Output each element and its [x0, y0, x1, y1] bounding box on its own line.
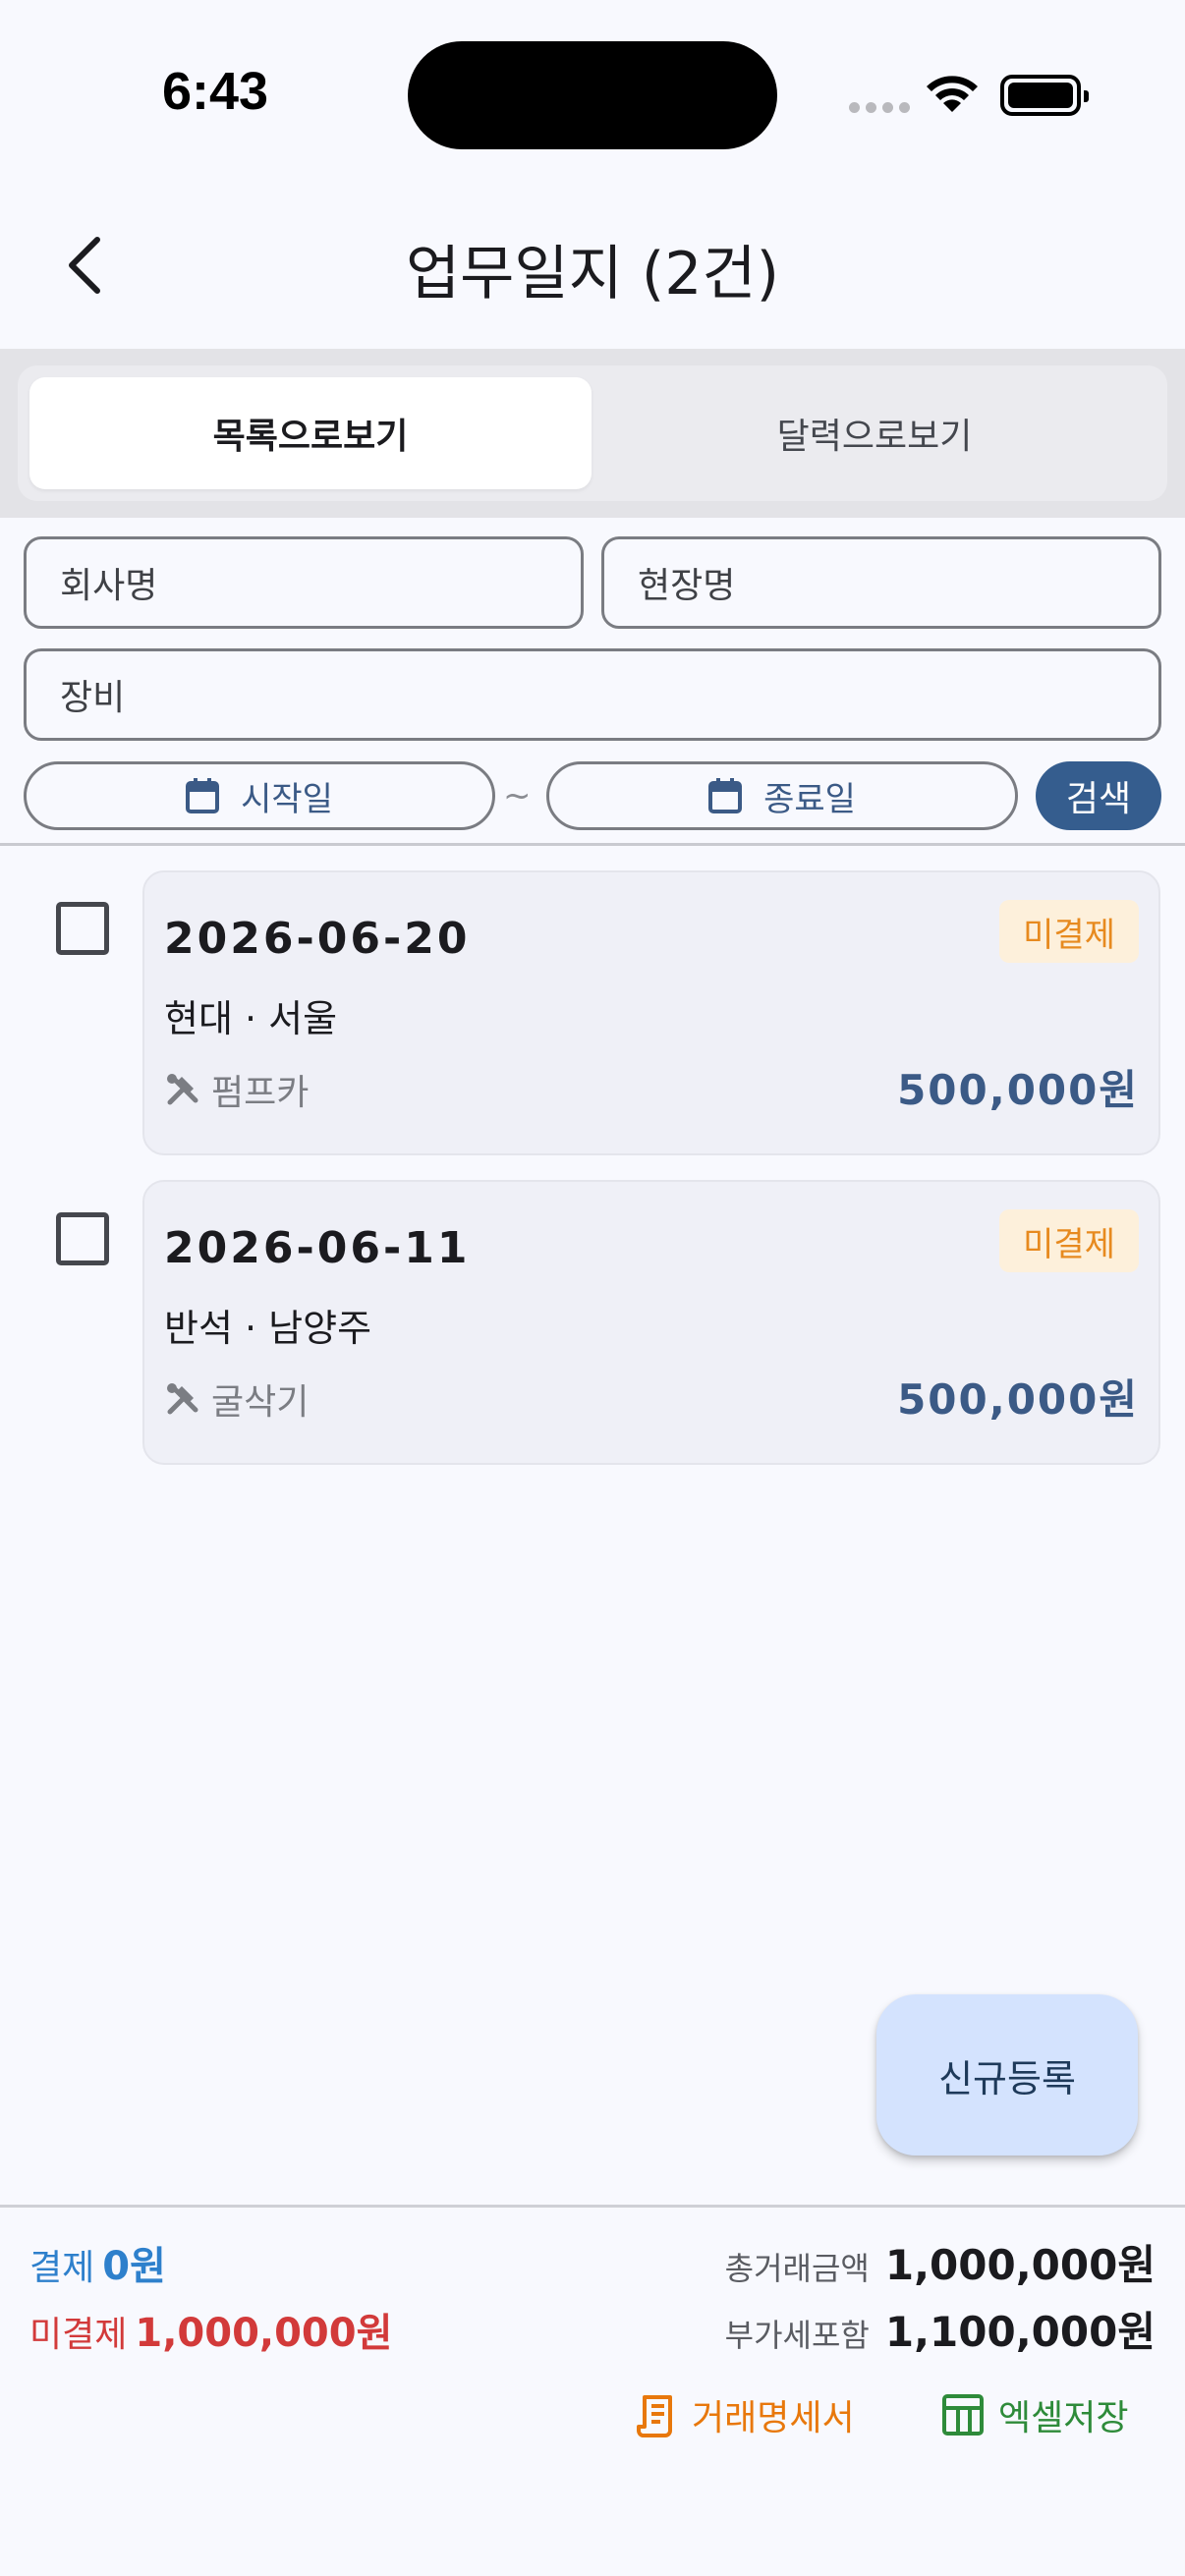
unpaid-label: 미결제	[29, 2315, 128, 2355]
paid-value: 0원	[102, 2244, 166, 2289]
excel-label: 엑셀저장	[998, 2398, 1129, 2438]
record-amount: 500,000원	[897, 1375, 1139, 1424]
battery-icon	[1000, 75, 1089, 116]
record-equipment: 굴삭기	[164, 1373, 309, 1425]
company-placeholder: 회사명	[60, 566, 158, 606]
record-date: 2026-06-20	[164, 914, 471, 964]
receipt-icon	[637, 2395, 672, 2437]
unpaid-value: 1,000,000원	[135, 2311, 393, 2356]
calendar-icon	[708, 778, 743, 813]
record-amount: 500,000원	[897, 1066, 1139, 1114]
app-header: 업무일지 (2건)	[0, 187, 1185, 349]
vat-value: 1,100,000원	[884, 2308, 1156, 2356]
view-toggle-bar: 목록으로보기 달력으로보기	[0, 349, 1185, 518]
record-date: 2026-06-11	[164, 1223, 471, 1273]
new-entry-button[interactable]: 신규등록	[876, 1994, 1138, 2156]
company-input[interactable]: 회사명	[24, 536, 584, 629]
vat-summary: 부가세포함 1,100,000원	[725, 2299, 1156, 2359]
record-card[interactable]: 2026-06-20 미결제 현대 · 서울 펌프카 500,000원	[142, 870, 1160, 1155]
status-badge: 미결제	[999, 900, 1139, 963]
status-badge: 미결제	[999, 1209, 1139, 1272]
paid-summary: 결제 0원	[29, 2234, 166, 2291]
equipment-input[interactable]: 장비	[24, 648, 1161, 741]
view-toggle: 목록으로보기 달력으로보기	[18, 365, 1167, 501]
record-equipment-label: 펌프카	[211, 1073, 310, 1113]
record-equipment-label: 굴삭기	[211, 1382, 310, 1423]
vat-label: 부가세포함	[724, 2317, 870, 2354]
record-checkbox[interactable]	[56, 1212, 109, 1265]
equipment-placeholder: 장비	[60, 678, 126, 718]
tab-calendar-view[interactable]: 달력으로보기	[593, 377, 1156, 489]
record-location: 반석 · 남양주	[164, 1307, 372, 1350]
excel-export-button[interactable]: 엑셀저장	[941, 2389, 1128, 2440]
record-location: 현대 · 서울	[164, 997, 338, 1040]
tools-icon	[167, 1383, 198, 1415]
status-time: 6:43	[162, 62, 269, 121]
search-button[interactable]: 검색	[1036, 761, 1161, 830]
page-title: 업무일지 (2건)	[405, 240, 780, 308]
site-input[interactable]: 현장명	[601, 536, 1161, 629]
statement-button[interactable]: 거래명세서	[637, 2389, 855, 2440]
total-value: 1,000,000원	[884, 2241, 1156, 2289]
dynamic-island	[408, 41, 777, 149]
unpaid-summary: 미결제 1,000,000원	[29, 2301, 392, 2358]
calendar-icon	[186, 778, 220, 813]
table-icon	[942, 2394, 984, 2436]
total-label: 총거래금액	[724, 2250, 870, 2287]
start-date-picker[interactable]: 시작일	[24, 761, 495, 830]
site-placeholder: 현장명	[638, 566, 736, 606]
record-card[interactable]: 2026-06-11 미결제 반석 · 남양주 굴삭기 500,000원	[142, 1180, 1160, 1465]
tools-icon	[167, 1074, 198, 1105]
statement-label: 거래명세서	[692, 2398, 855, 2438]
status-bar: 6:43	[0, 0, 1185, 187]
signal-icon	[849, 102, 910, 113]
end-date-label: 종료일	[763, 779, 856, 819]
record-checkbox[interactable]	[56, 902, 109, 955]
wifi-icon	[927, 76, 978, 112]
total-summary: 총거래금액 1,000,000원	[725, 2232, 1156, 2292]
divider	[0, 843, 1185, 846]
date-range-separator: ~	[503, 776, 532, 815]
record-equipment: 펌프카	[164, 1064, 309, 1115]
start-date-label: 시작일	[241, 779, 333, 819]
paid-label: 결제	[29, 2248, 95, 2288]
divider	[0, 2205, 1185, 2208]
tab-list-view[interactable]: 목록으로보기	[29, 377, 592, 489]
end-date-picker[interactable]: 종료일	[546, 761, 1018, 830]
